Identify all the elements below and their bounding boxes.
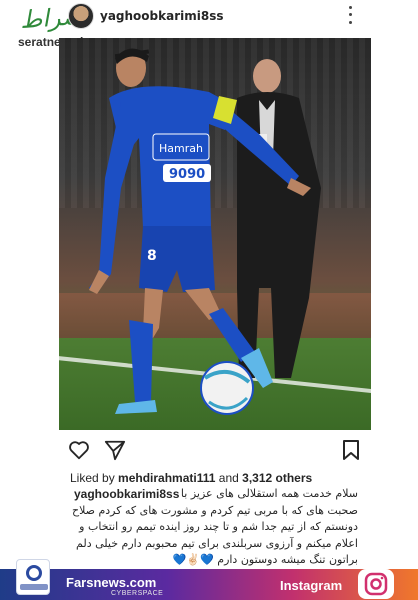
post-actions xyxy=(0,435,418,465)
jersey-sponsor-number: 9090 xyxy=(169,167,205,182)
caption-line: سلام خدمت همه استقلالی های عزیز با xyxy=(180,487,358,500)
caption-line: براتون تنگ میشه دوستون دارم 💙✌🏻💙 xyxy=(172,553,358,566)
farsnews-footer-banner: Farsnews.com CYBERSPACE Instagram xyxy=(0,559,418,600)
more-options-icon[interactable] xyxy=(346,4,354,26)
shorts-number: 8 xyxy=(147,248,157,264)
caption-line: صحبت های که با مربی تیم کردم و مشورت های… xyxy=(71,503,358,517)
farsnews-logo-icon xyxy=(16,559,50,595)
bookmark-icon[interactable] xyxy=(342,439,360,465)
share-send-icon[interactable] xyxy=(104,439,126,465)
likes-conjunction: and xyxy=(218,471,239,485)
post-caption: سلام خدمت همه استقلالی های عزیز با صحبت … xyxy=(62,486,358,569)
player-illustration: Hamrah 9090 8 xyxy=(89,48,321,415)
post-username[interactable]: yaghoobkarimi8ss xyxy=(100,9,224,23)
caption-line: دونستم که از تیم جدا شم و تا چند روز این… xyxy=(79,520,358,533)
likes-others[interactable]: 3,312 others xyxy=(242,471,312,485)
footer-site-sub: CYBERSPACE xyxy=(111,590,164,597)
footer-site: Farsnews.com xyxy=(66,575,157,590)
post-image[interactable]: Hamrah 9090 8 xyxy=(59,38,371,430)
instagram-logo-icon xyxy=(358,569,394,599)
caption-line: اعلام میکنم و آرزوی سربلندی برای تیم محب… xyxy=(76,536,358,550)
coach-figure xyxy=(237,59,321,378)
jersey-sponsor-text: Hamrah xyxy=(159,142,203,155)
likes-summary[interactable]: Liked by mehdirahmati111 and 3,312 other… xyxy=(70,471,312,485)
avatar[interactable] xyxy=(68,3,94,29)
likes-user[interactable]: mehdirahmati111 xyxy=(118,471,215,485)
footer-platform: Instagram xyxy=(280,578,343,593)
likes-prefix: Liked by xyxy=(70,471,115,485)
like-heart-icon[interactable] xyxy=(68,439,90,465)
post-header: صراط seratnews.ir yaghoobkarimi8ss xyxy=(0,0,418,49)
